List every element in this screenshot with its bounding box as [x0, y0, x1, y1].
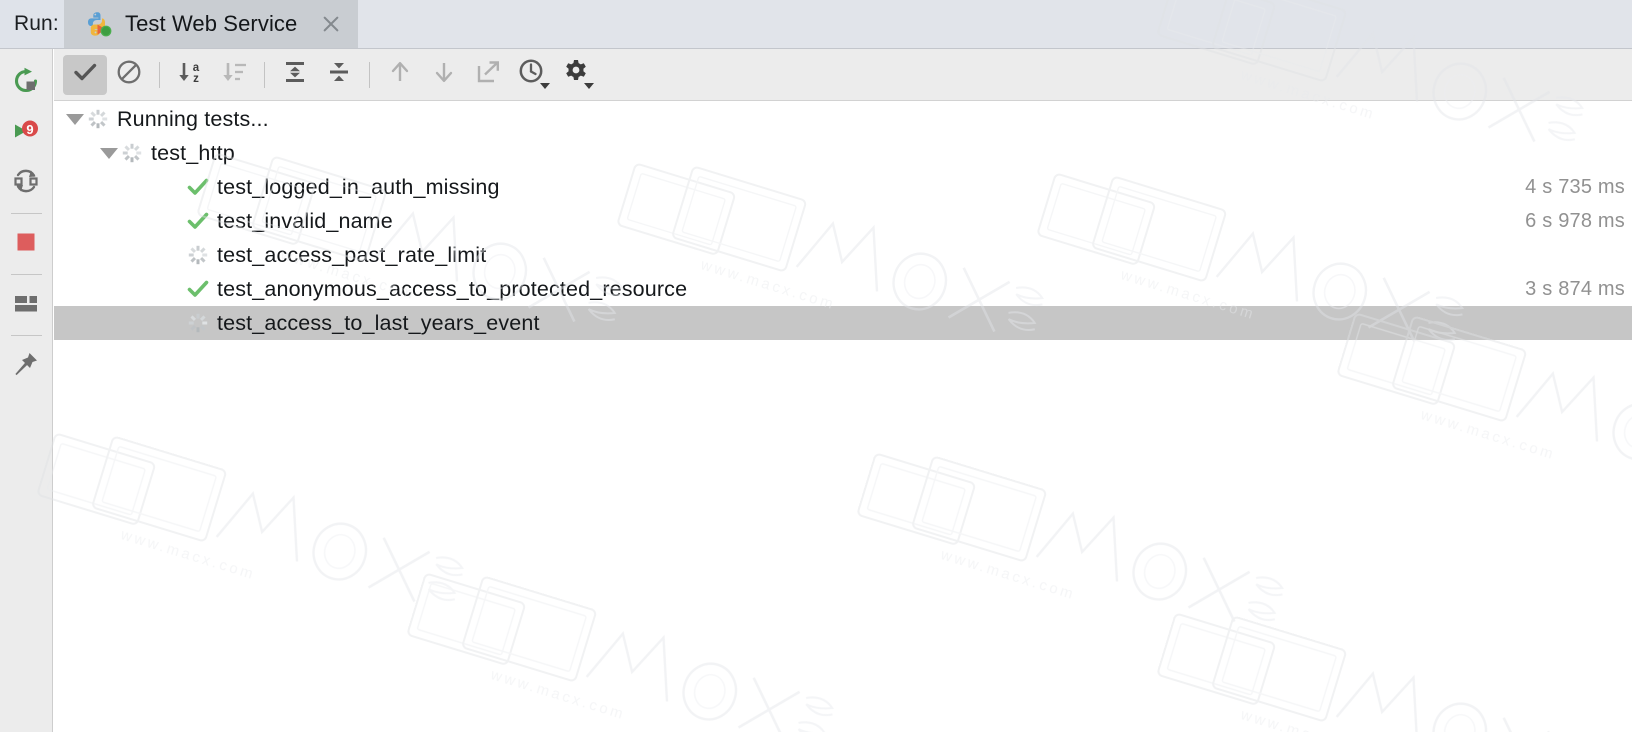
- test-name-label: Running tests...: [117, 106, 269, 131]
- run-sidebar: 9: [0, 49, 53, 732]
- no-entry-icon: [115, 58, 143, 91]
- toolbar-divider: [369, 61, 370, 88]
- test-running-icon: [120, 141, 144, 165]
- test-running-icon: [186, 243, 210, 267]
- test-running-icon: [186, 311, 210, 335]
- test-name-label: test_http: [151, 140, 235, 165]
- sidebar-divider: [10, 274, 42, 275]
- test-duration-label: 3 s 874 ms: [1525, 277, 1625, 300]
- tab-test-web-service[interactable]: Test Web Service: [64, 0, 359, 48]
- test-row[interactable]: test_logged_in_auth_missing 4 s 735 ms: [54, 170, 1632, 204]
- test-name-label: test_anonymous_access_to_protected_resou…: [217, 276, 688, 301]
- test-name-label: test_access_past_rate_limit: [217, 242, 487, 267]
- test-passed-icon: [186, 175, 210, 199]
- test-row[interactable]: test_access_to_last_years_event: [54, 306, 1632, 340]
- rerun-icon: [11, 66, 41, 101]
- arrow-down-icon: [430, 58, 458, 91]
- test-row[interactable]: test_anonymous_access_to_protected_resou…: [54, 272, 1632, 306]
- pin-tab-button[interactable]: [4, 341, 48, 391]
- collapse-all-icon: [325, 58, 353, 91]
- sort-duration-icon: [219, 58, 249, 91]
- chevron-down-icon[interactable]: [98, 142, 120, 164]
- test-row[interactable]: test_access_past_rate_limit: [54, 238, 1632, 272]
- show-passed-toggle[interactable]: [63, 54, 107, 95]
- pin-icon: [11, 349, 41, 384]
- export-icon: [474, 58, 502, 91]
- auto-test-icon: [11, 166, 41, 201]
- test-history-button[interactable]: [510, 55, 554, 95]
- test-running-icon: [86, 107, 110, 131]
- run-tool-window: Run: Test Web Service 9 a z Running test…: [0, 0, 1632, 732]
- checkmark-icon: [71, 58, 99, 91]
- collapse-all-button[interactable]: [317, 55, 361, 95]
- stop-button[interactable]: [4, 219, 48, 269]
- sort-alphabetically-button[interactable]: a z: [168, 55, 212, 95]
- chevron-down-icon[interactable]: [584, 82, 594, 89]
- rerun-failed-icon: 9: [11, 116, 41, 151]
- test-results-tree[interactable]: Running tests... test_http test_logged_in_…: [54, 102, 1632, 732]
- toolbar-divider: [264, 61, 265, 88]
- svg-text:9: 9: [26, 122, 33, 137]
- test-duration-label: 6 s 978 ms: [1525, 209, 1625, 232]
- chevron-down-icon[interactable]: [64, 108, 86, 130]
- run-window-label: Run:: [0, 0, 64, 48]
- toolbar-divider: [159, 61, 160, 88]
- arrow-up-icon: [386, 58, 414, 91]
- sort-alpha-icon: a z: [175, 58, 205, 91]
- layout-settings-button[interactable]: [4, 280, 48, 330]
- test-row[interactable]: test_invalid_name 6 s 978 ms: [54, 204, 1632, 238]
- show-ignored-toggle[interactable]: [107, 55, 151, 95]
- previous-occurrence-button[interactable]: [378, 55, 422, 95]
- test-row[interactable]: Running tests...: [54, 102, 1632, 136]
- python-run-icon: [86, 11, 112, 37]
- rerun-button[interactable]: [4, 58, 48, 108]
- test-name-label: test_logged_in_auth_missing: [217, 174, 500, 199]
- rerun-failed-tests-button[interactable]: 9: [4, 108, 48, 158]
- expand-all-button[interactable]: [273, 55, 317, 95]
- test-row[interactable]: test_http: [54, 136, 1632, 170]
- next-occurrence-button[interactable]: [422, 55, 466, 95]
- settings-button[interactable]: [554, 55, 598, 95]
- sort-by-duration-button[interactable]: [212, 55, 256, 95]
- sidebar-divider: [10, 335, 42, 336]
- test-name-label: test_invalid_name: [217, 208, 393, 233]
- expand-all-icon: [281, 58, 309, 91]
- close-icon[interactable]: [320, 13, 342, 35]
- test-passed-icon: [186, 277, 210, 301]
- test-duration-label: 4 s 735 ms: [1525, 175, 1625, 198]
- tab-title: Test Web Service: [125, 11, 298, 36]
- toggle-auto-test-button[interactable]: [4, 158, 48, 208]
- chevron-down-icon[interactable]: [540, 82, 550, 89]
- export-test-results-button[interactable]: [466, 55, 510, 95]
- layout-icon: [11, 288, 41, 323]
- test-runner-toolbar: a z: [54, 49, 1632, 101]
- test-passed-icon: [186, 209, 210, 233]
- test-name-label: test_access_to_last_years_event: [217, 310, 540, 335]
- sidebar-divider: [10, 213, 42, 214]
- run-tab-bar: Run: Test Web Service: [0, 0, 1632, 49]
- stop-icon: [11, 227, 41, 262]
- svg-text:z: z: [193, 73, 199, 85]
